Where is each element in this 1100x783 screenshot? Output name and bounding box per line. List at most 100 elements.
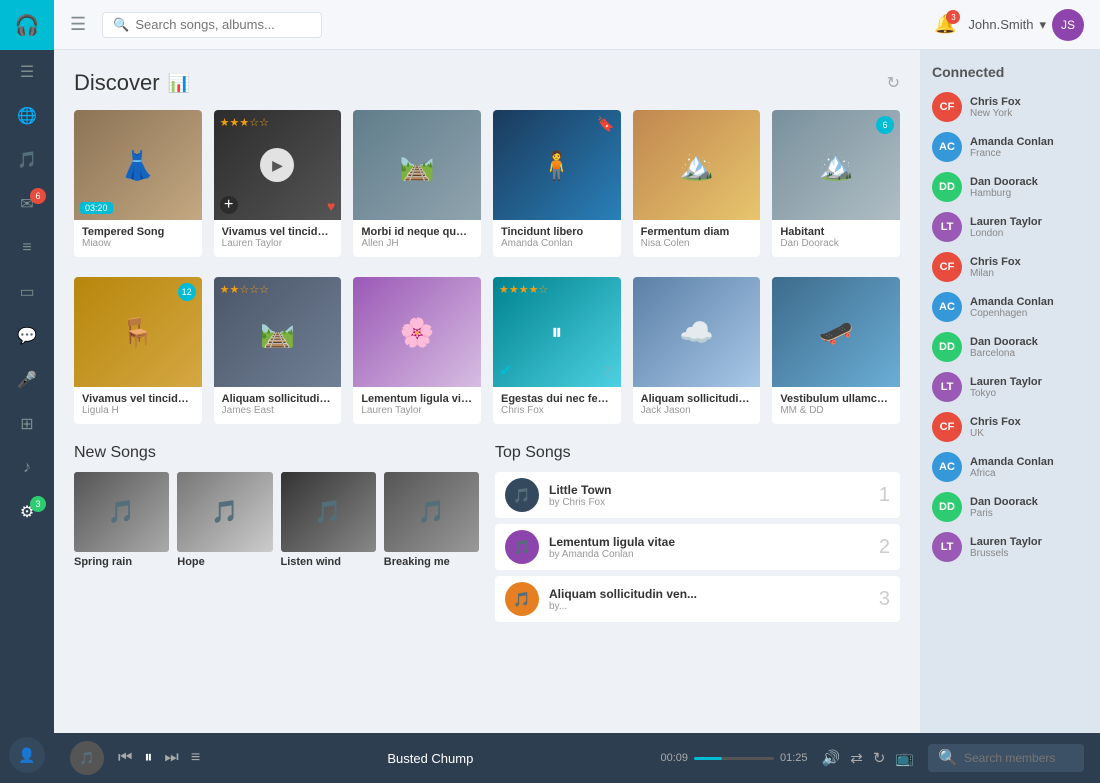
contact-info: Dan Doorack Paris (970, 496, 1038, 519)
shuffle-icon[interactable]: ⇄ (850, 749, 863, 767)
search-members-input[interactable] (964, 751, 1074, 765)
sidebar-user-avatar[interactable]: 👤 (9, 737, 45, 773)
play-icon[interactable]: ▶ (260, 148, 294, 182)
sidebar-item-list[interactable]: ≡ (0, 226, 54, 270)
playlist-button[interactable]: ≡ (191, 749, 200, 767)
sidebar-item-mic[interactable]: 🎤 (0, 358, 54, 402)
sidebar-item-globe[interactable]: 🌐 (0, 94, 54, 138)
contact-item-11[interactable]: LT Lauren Taylor Brussels (932, 532, 1088, 562)
pause-button[interactable]: ⏸ (144, 749, 152, 767)
new-song-hope[interactable]: 🎵 Hope (177, 472, 272, 568)
sidebar-item-menu[interactable]: ☰ (0, 50, 54, 94)
contact-item-10[interactable]: DD Dan Doorack Paris (932, 492, 1088, 522)
notification-bell[interactable]: 🔔 3 (934, 14, 956, 35)
sidebar-logo[interactable]: 🎧 (0, 0, 54, 50)
top-song-artist: by Chris Fox (549, 497, 869, 508)
topbar-menu-icon[interactable]: ☰ (70, 14, 86, 35)
album-card-fermentum[interactable]: 🏔️ Fermentum diam Nisa Colen (633, 110, 761, 257)
contact-location: Hamburg (970, 188, 1038, 199)
rewind-button[interactable]: ⏮ (118, 749, 132, 767)
album-info: Tempered Song Miaow (74, 220, 202, 257)
sidebar-item-chat[interactable]: 💬 (0, 314, 54, 358)
top-song-rank: 3 (879, 588, 890, 611)
album-card-egestas[interactable]: ⏸ ★★★★☆ ✔ ♡ Egestas dui nec ferment... C… (493, 277, 621, 424)
contact-item-3[interactable]: LT Lauren Taylor London (932, 212, 1088, 242)
album-info: Egestas dui nec ferment... Chris Fox (493, 387, 621, 424)
sidebar: 🎧 ☰ 🌐 🎵 ✉ 6 ≡ ▭ 💬 🎤 ⊞ ♪ ⚙ 3 👤 (0, 0, 54, 783)
search-bar[interactable]: 🔍 (102, 12, 322, 38)
screen-icon[interactable]: 📺 (895, 749, 914, 767)
sidebar-item-mail[interactable]: ✉ 6 (0, 182, 54, 226)
album-card-vestibulum[interactable]: 🛹 Vestibulum ullamcorper MM & DD (772, 277, 900, 424)
new-song-spring-rain[interactable]: 🎵 Spring rain (74, 472, 169, 568)
sidebar-item-grid[interactable]: ⊞ (0, 402, 54, 446)
top-song-lementum[interactable]: 🎵 Lementum ligula vitae by Amanda Conlan… (495, 524, 900, 570)
right-panel: Connected CF Chris Fox New York AC Amand… (920, 50, 1100, 733)
search-members-bar[interactable]: 🔍 (928, 744, 1084, 772)
new-song-name: Listen wind (281, 556, 376, 568)
album-card-morbi[interactable]: 🛤️ Morbi id neque quam li... Allen JH (353, 110, 481, 257)
top-song-artist: by... (549, 601, 869, 612)
top-song-aliquam[interactable]: 🎵 Aliquam sollicitudin ven... by... 3 (495, 576, 900, 622)
player-progress-bar[interactable] (694, 757, 774, 760)
volume-icon[interactable]: 🔊 (822, 749, 841, 767)
contact-avatar: DD (932, 332, 962, 362)
heart-icon[interactable]: ♥ (327, 198, 335, 214)
contact-avatar: AC (932, 452, 962, 482)
top-song-title: Aliquam sollicitudin ven... (549, 587, 869, 601)
add-icon[interactable]: + (220, 196, 238, 214)
album-card-tempered-song[interactable]: 👗 03:20 Tempered Song Miaow (74, 110, 202, 257)
contact-item-7[interactable]: LT Lauren Taylor Tokyo (932, 372, 1088, 402)
new-songs-grid: 🎵 Spring rain 🎵 Hope 🎵 Listen wind (74, 472, 479, 568)
album-card-habitant[interactable]: 🏔️ 6 Habitant Dan Doorack (772, 110, 900, 257)
mail-badge: 6 (30, 188, 46, 204)
album-card-aliquam1[interactable]: 🛤️ ★★☆☆☆ Aliquam sollicitudin ven... Jam… (214, 277, 342, 424)
contact-name: Chris Fox (970, 416, 1021, 428)
contact-item-0[interactable]: CF Chris Fox New York (932, 92, 1088, 122)
album-card-lementum[interactable]: 🌸 Lementum ligula vitae Lauren Taylor (353, 277, 481, 424)
settings-badge: 3 (30, 496, 46, 512)
contact-avatar: CF (932, 412, 962, 442)
sidebar-item-tv[interactable]: ▭ (0, 270, 54, 314)
contact-item-8[interactable]: CF Chris Fox UK (932, 412, 1088, 442)
contact-item-2[interactable]: DD Dan Doorack Hamburg (932, 172, 1088, 202)
bookmark-icon: 🔖 (597, 116, 614, 133)
forward-button[interactable]: ⏭ (164, 749, 178, 767)
new-song-listen-wind[interactable]: 🎵 Listen wind (281, 472, 376, 568)
album-card-vivamus1[interactable]: ▶ ★★★☆☆ + ♥ Vivamus vel tincidunt li... … (214, 110, 342, 257)
sidebar-item-settings[interactable]: ⚙ 3 (0, 490, 54, 534)
contact-item-9[interactable]: AC Amanda Conlan Africa (932, 452, 1088, 482)
user-info[interactable]: John.Smith ▾ JS (968, 9, 1084, 41)
album-name: Lementum ligula vitae (361, 393, 473, 405)
search-input[interactable] (135, 17, 311, 32)
album-name: Egestas dui nec ferment... (501, 393, 613, 405)
sidebar-item-note[interactable]: ♪ (0, 446, 54, 490)
top-song-little-town[interactable]: 🎵 Little Town by Chris Fox 1 (495, 472, 900, 518)
album-artist: Miaow (82, 238, 194, 249)
pause-icon[interactable]: ⏸ (551, 319, 562, 345)
contact-item-6[interactable]: DD Dan Doorack Barcelona (932, 332, 1088, 362)
sidebar-item-music[interactable]: 🎵 (0, 138, 54, 182)
fav-icon[interactable]: ♡ (602, 364, 615, 381)
album-card-tincidunt[interactable]: 🧍 🔖 Tincidunt libero Amanda Conlan (493, 110, 621, 257)
album-name: Aliquam sollicitudin ven... (222, 393, 334, 405)
new-song-breaking-me[interactable]: 🎵 Breaking me (384, 472, 479, 568)
album-card-aliquam2[interactable]: ☁️ Aliquam sollicitudin ven... Jack Jaso… (633, 277, 761, 424)
album-artist: James East (222, 405, 334, 416)
topbar-right: 🔔 3 John.Smith ▾ JS (934, 9, 1084, 41)
contact-avatar: LT (932, 212, 962, 242)
main-content: ☰ 🔍 🔔 3 John.Smith ▾ JS Discover 📊 ↻ (54, 0, 1100, 783)
refresh-icon[interactable]: ↻ (887, 73, 900, 93)
globe-icon: 🌐 (17, 106, 37, 126)
contact-info: Chris Fox New York (970, 96, 1021, 119)
album-stars2: ★★★★☆ (499, 283, 548, 296)
search-icon: 🔍 (113, 17, 129, 33)
album-card-vivamus2[interactable]: 🪑 12 Vivamus vel tincidunt li... Ligula … (74, 277, 202, 424)
contact-item-1[interactable]: AC Amanda Conlan France (932, 132, 1088, 162)
contact-item-4[interactable]: CF Chris Fox Milan (932, 252, 1088, 282)
album-info: Lementum ligula vitae Lauren Taylor (353, 387, 481, 424)
chat-icon: 💬 (17, 326, 37, 346)
contacts-list: CF Chris Fox New York AC Amanda Conlan F… (932, 92, 1088, 562)
contact-item-5[interactable]: AC Amanda Conlan Copenhagen (932, 292, 1088, 322)
repeat-icon[interactable]: ↻ (873, 749, 886, 767)
